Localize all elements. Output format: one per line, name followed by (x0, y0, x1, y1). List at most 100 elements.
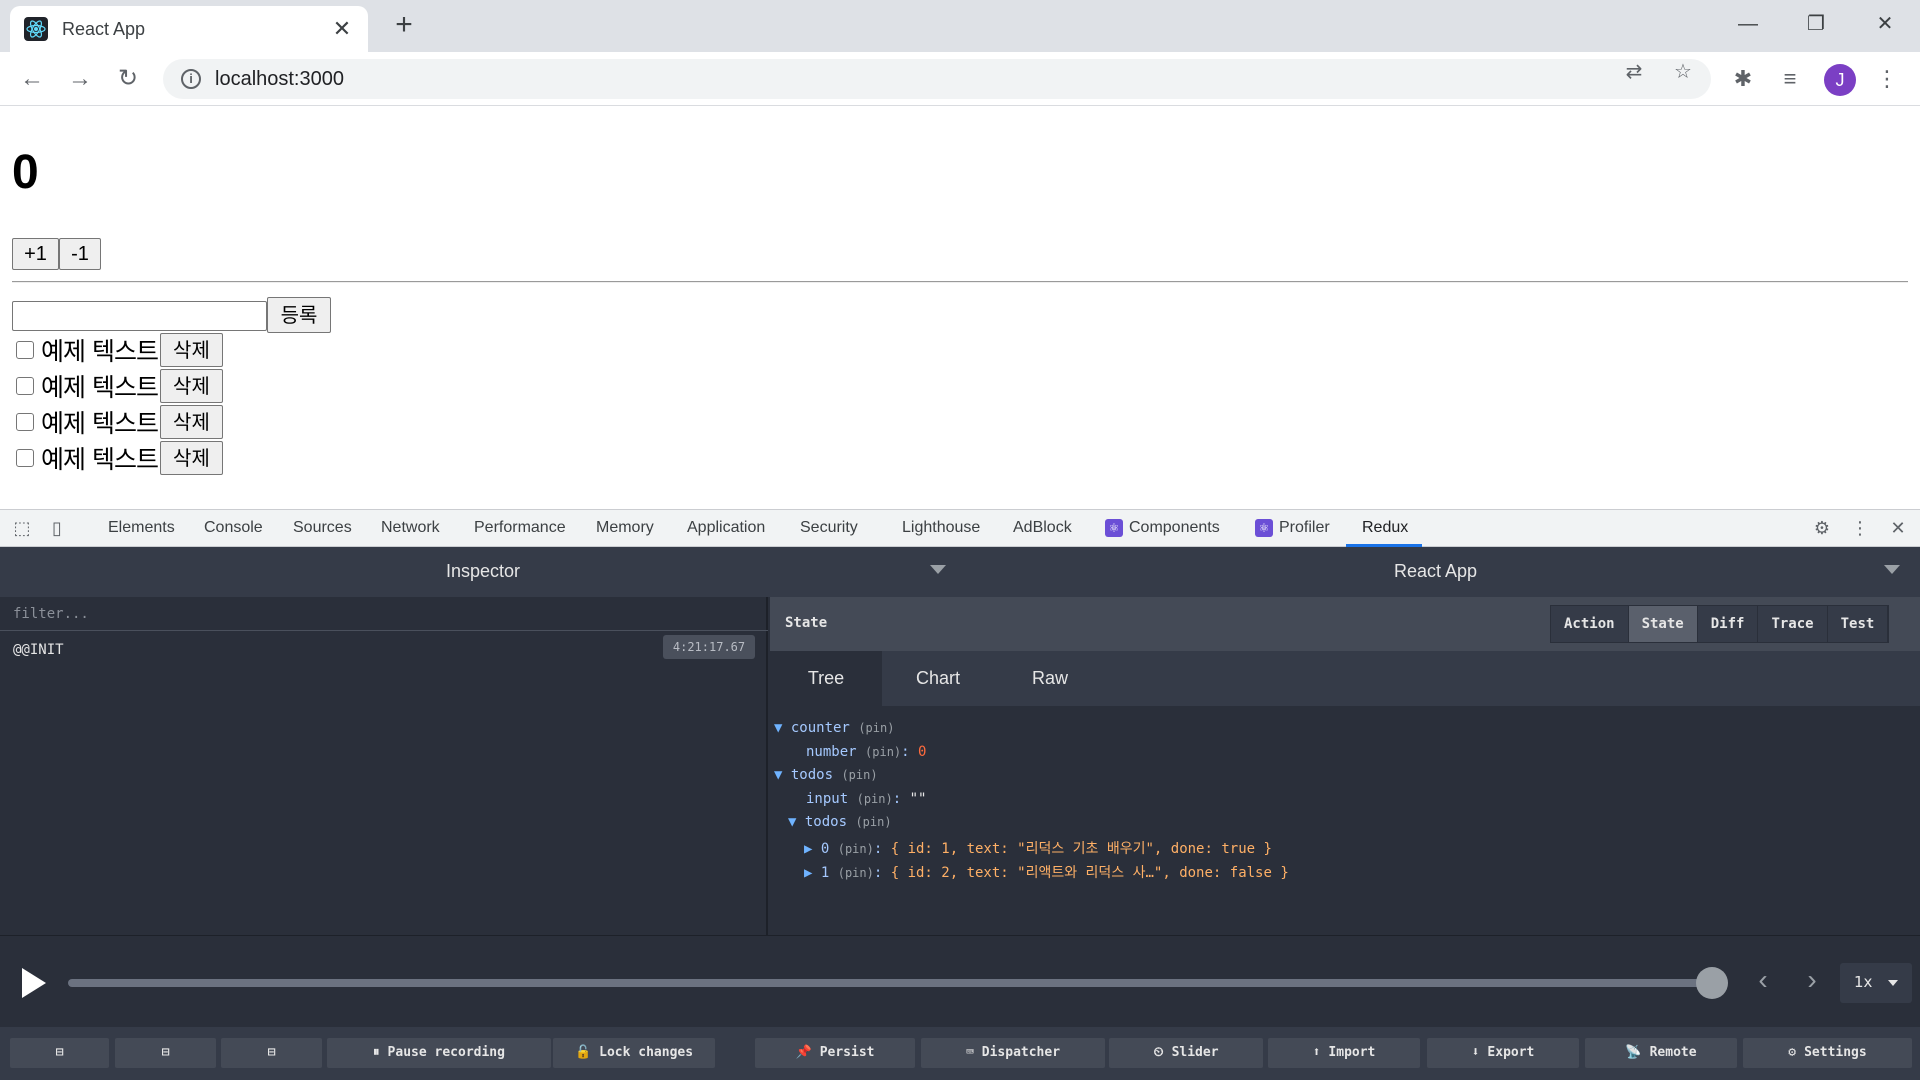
devtools-close-icon[interactable]: ✕ (1887, 518, 1909, 539)
monitor-dropdown-icon[interactable] (930, 565, 946, 574)
tab-action[interactable]: Action (1551, 606, 1629, 642)
devtools-tab-application[interactable]: Application (687, 519, 765, 537)
step-forward-icon[interactable]: › (1797, 964, 1827, 996)
devtools-tab-sources[interactable]: Sources (293, 519, 352, 537)
instance-dropdown-icon[interactable] (1884, 565, 1900, 574)
pin-link[interactable]: (pin) (858, 721, 894, 735)
pin-link[interactable]: (pin) (857, 792, 893, 806)
tree-node-item-1[interactable]: ▶ 1 (pin): { id: 2, text: "리액트와 리덕스 사…",… (804, 862, 1289, 882)
settings-button[interactable]: ⚙ Settings (1743, 1038, 1912, 1068)
tab-state[interactable]: State (1628, 606, 1698, 642)
action-filter-input[interactable]: filter... (0, 597, 768, 631)
tab-tree[interactable]: Tree (770, 651, 882, 706)
devtools-tab-memory[interactable]: Memory (596, 519, 654, 537)
tab-raw[interactable]: Raw (994, 651, 1106, 706)
divider (12, 281, 1908, 283)
devtools-tab-console[interactable]: Console (204, 519, 263, 537)
devtools-tab-redux[interactable]: Redux (1362, 519, 1408, 537)
devtools-tab-lighthouse[interactable]: Lighthouse (902, 519, 980, 537)
minimize-icon[interactable]: — (1723, 8, 1773, 40)
tab-test[interactable]: Test (1827, 606, 1889, 642)
devtools-tab-components[interactable]: ⚛ Components (1105, 519, 1220, 537)
devtools-tab-profiler[interactable]: ⚛ Profiler (1255, 519, 1330, 537)
tree-node-todos[interactable]: ▼ todos (pin) (774, 767, 878, 783)
dock-bottom-button[interactable]: ⊟ (221, 1038, 322, 1068)
dock-right-button[interactable]: ⊟ (115, 1038, 216, 1068)
browser-menu-icon[interactable]: ⋮ (1872, 64, 1902, 94)
pin-link[interactable]: (pin) (841, 768, 877, 782)
tree-key: number (806, 744, 857, 760)
button-label: Persist (819, 1045, 875, 1060)
delete-button[interactable]: 삭제 (159, 441, 223, 475)
translate-icon[interactable]: ⇄ (1619, 61, 1649, 83)
dock-left-button[interactable]: ⊟ (10, 1038, 109, 1068)
extensions-icon[interactable]: ✱ (1728, 64, 1758, 94)
dispatcher-button[interactable]: ⌨ Dispatcher (921, 1038, 1105, 1068)
tab-diff[interactable]: Diff (1697, 606, 1759, 642)
devtools-tab-network[interactable]: Network (381, 519, 440, 537)
persist-button[interactable]: 📌 Persist (755, 1038, 915, 1068)
todo-checkbox[interactable] (16, 449, 34, 467)
bookmark-star-icon[interactable]: ☆ (1668, 61, 1698, 83)
pin-link[interactable]: (pin) (865, 745, 901, 759)
remote-button[interactable]: 📡 Remote (1585, 1038, 1737, 1068)
site-info-icon[interactable]: i (181, 69, 201, 89)
tree-node-item-0[interactable]: ▶ 0 (pin): { id: 1, text: "리덕스 기초 배우기", … (804, 838, 1272, 858)
devtools-tab-security[interactable]: Security (800, 519, 858, 537)
monitor-select[interactable]: Inspector (446, 561, 520, 582)
redux-devtools-panel: Inspector React App filter... @@INIT 4:2… (0, 547, 1920, 1080)
slider-button[interactable]: ⏲ Slider (1109, 1038, 1263, 1068)
browser-tab[interactable]: React App ✕ (10, 6, 368, 52)
devtools-settings-icon[interactable]: ⚙ (1811, 518, 1833, 539)
import-button[interactable]: ⬆ Import (1268, 1038, 1420, 1068)
devtools-tab-adblock[interactable]: AdBlock (1013, 519, 1072, 537)
slider-track[interactable] (68, 979, 1712, 987)
pin-link[interactable]: (pin) (855, 815, 891, 829)
decrement-button[interactable]: -1 (59, 238, 101, 270)
tree-node-counter[interactable]: ▼ counter (pin) (774, 720, 894, 736)
todo-input[interactable] (12, 301, 267, 331)
tab-chart[interactable]: Chart (882, 651, 994, 706)
increment-button[interactable]: +1 (12, 238, 59, 270)
react-devtools-icon: ⚛ (1255, 519, 1273, 537)
slider-thumb[interactable] (1696, 967, 1728, 999)
profiler-label: Profiler (1279, 519, 1330, 537)
pause-recording-button[interactable]: ⏸ Pause recording (327, 1038, 551, 1068)
tab-trace[interactable]: Trace (1758, 606, 1828, 642)
pin-link[interactable]: (pin) (838, 866, 874, 880)
tab-close-icon[interactable]: ✕ (330, 16, 354, 42)
instance-select[interactable]: React App (1394, 561, 1477, 582)
action-list-item[interactable]: @@INIT 4:21:17.67 (0, 631, 766, 669)
todo-checkbox[interactable] (16, 377, 34, 395)
media-queue-icon[interactable]: ≡ (1775, 64, 1805, 94)
pin-icon: 📌 (795, 1045, 812, 1060)
delete-button[interactable]: 삭제 (159, 333, 223, 367)
devtools-tab-performance[interactable]: Performance (474, 519, 566, 537)
submit-button[interactable]: 등록 (267, 297, 331, 333)
delete-button[interactable]: 삭제 (159, 369, 223, 403)
devtools-tab-elements[interactable]: Elements (108, 519, 175, 537)
restore-icon[interactable]: ❐ (1791, 8, 1841, 40)
new-tab-icon[interactable]: + (388, 10, 420, 42)
play-icon[interactable] (22, 968, 46, 998)
state-header: State Action State Diff Trace Test (770, 597, 1920, 651)
back-icon[interactable]: ← (15, 62, 49, 96)
profile-avatar[interactable]: J (1824, 64, 1856, 96)
step-back-icon[interactable]: ‹ (1748, 964, 1778, 996)
devtools-menu-icon[interactable]: ⋮ (1849, 518, 1871, 539)
todo-checkbox[interactable] (16, 413, 34, 431)
device-toolbar-icon[interactable]: ▯ (46, 518, 68, 539)
reload-icon[interactable]: ↻ (111, 62, 145, 96)
playback-speed-select[interactable]: 1x (1840, 963, 1912, 1003)
todo-text: 예제 텍스트 (41, 445, 159, 474)
forward-icon[interactable]: → (63, 62, 97, 96)
inspect-element-icon[interactable]: ⬚ (11, 518, 33, 539)
lock-changes-button[interactable]: 🔓 Lock changes (553, 1038, 715, 1068)
todo-checkbox[interactable] (16, 341, 34, 359)
delete-button[interactable]: 삭제 (159, 405, 223, 439)
export-button[interactable]: ⬇ Export (1427, 1038, 1579, 1068)
pin-link[interactable]: (pin) (838, 842, 874, 856)
address-bar[interactable]: i localhost:3000 (163, 59, 1711, 99)
window-close-icon[interactable]: ✕ (1860, 8, 1910, 40)
tree-node-todos-list[interactable]: ▼ todos (pin) (788, 814, 892, 830)
